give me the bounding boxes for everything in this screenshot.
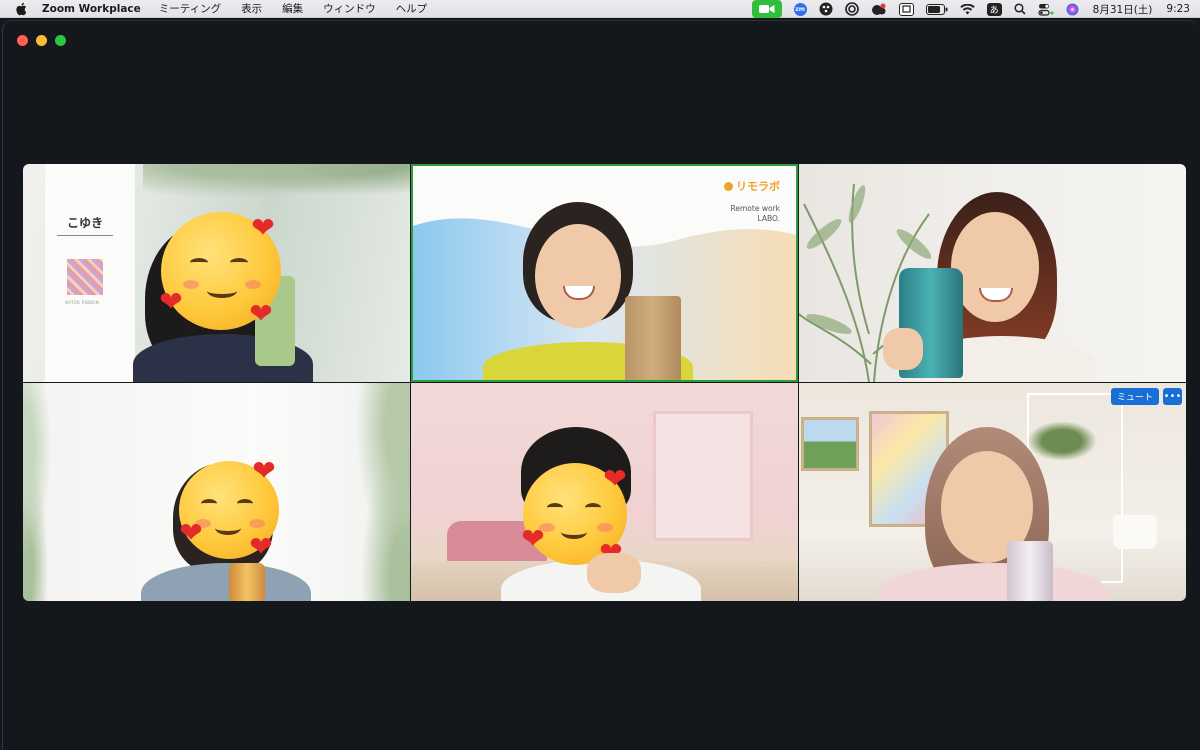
brand-logo-icon xyxy=(724,181,733,191)
heart-icon: ❤ xyxy=(252,454,276,487)
heart-icon: ❤ xyxy=(159,285,183,318)
white-tumbler xyxy=(1007,541,1053,601)
leaf-decoration xyxy=(340,383,410,601)
emoji-mouth xyxy=(207,284,237,298)
brand-name: リモラボ xyxy=(736,180,780,193)
participant-video-tile-3[interactable] xyxy=(799,164,1186,382)
participant-face xyxy=(951,212,1039,322)
zoom-status-icon[interactable]: zm xyxy=(793,2,807,16)
status-area: zm あ 8月31日(土) 9:23 xyxy=(751,0,1190,18)
menu-bar: Zoom Workplace ミーティング 表示 編集 ウィンドウ ヘルプ zm… xyxy=(0,0,1200,18)
heart-icon: ❤ xyxy=(603,462,627,495)
pink-room-door xyxy=(653,411,753,541)
leaf-decoration xyxy=(23,383,63,601)
heart-icon: ❤ xyxy=(249,297,273,330)
emoji-eye xyxy=(585,503,601,512)
participant-video-tile-1[interactable]: こゆき NATOK RIBBON ❤ ❤ ❤ xyxy=(23,164,410,382)
screenshot-app-icon[interactable] xyxy=(898,2,914,16)
drink-bottle xyxy=(229,563,265,601)
hanging-plants xyxy=(143,164,410,204)
menubar-clock[interactable]: 9:23 xyxy=(1166,3,1190,15)
wall-picture-frame xyxy=(801,417,859,471)
emoji-eye xyxy=(230,258,248,267)
heart-icon: ❤ xyxy=(249,530,273,563)
participant-video-tile-5[interactable]: ❤ ❤ ❤ xyxy=(411,383,798,601)
emoji-eye xyxy=(190,258,208,267)
siri-icon[interactable] xyxy=(1066,3,1079,16)
emoji-eye xyxy=(547,503,563,512)
participant-hand xyxy=(587,553,641,593)
video-camera-icon[interactable] xyxy=(751,0,782,18)
spotlight-search-icon[interactable] xyxy=(1014,3,1026,15)
heart-icon: ❤ xyxy=(179,516,203,549)
participant-hand xyxy=(883,328,923,370)
more-options-button[interactable]: ••• xyxy=(1163,388,1182,405)
dots-app-icon[interactable] xyxy=(819,2,833,16)
menu-view[interactable]: 表示 xyxy=(241,1,262,16)
emoji-blush xyxy=(245,280,261,289)
table-lamp xyxy=(1113,515,1157,549)
menu-edit[interactable]: 編集 xyxy=(282,1,303,16)
gallery-view: こゆき NATOK RIBBON ❤ ❤ ❤ リモラボ Remote work … xyxy=(23,164,1186,601)
held-paper-cup xyxy=(625,296,681,380)
participant-video-tile-4[interactable]: ❤ ❤ ❤ xyxy=(23,383,410,601)
brand-subtitle-line1: Remote work xyxy=(730,204,780,213)
participant-face xyxy=(535,224,621,328)
window-controls xyxy=(17,35,66,46)
fullscreen-window-button[interactable] xyxy=(55,35,66,46)
qr-caption: NATOK RIBBON xyxy=(65,300,100,305)
cloud-sync-icon[interactable] xyxy=(871,2,887,16)
menubar-date[interactable]: 8月31日(土) xyxy=(1093,2,1153,17)
heart-icon: ❤ xyxy=(521,522,545,555)
menu-window[interactable]: ウィンドウ xyxy=(323,1,376,16)
emoji-blush xyxy=(249,519,265,528)
signboard-name: こゆき xyxy=(67,216,104,230)
close-window-button[interactable] xyxy=(17,35,28,46)
wifi-icon[interactable] xyxy=(959,3,975,15)
emoji-eye xyxy=(201,499,217,508)
emoji-blush xyxy=(597,523,613,532)
control-center-icon[interactable] xyxy=(1038,3,1054,16)
heart-icon: ❤ xyxy=(251,211,275,244)
qr-code-image xyxy=(67,259,103,295)
signboard-divider xyxy=(57,235,113,236)
emoji-mouth xyxy=(561,525,587,539)
participant-video-tile-2-active-speaker[interactable]: リモラボ Remote work LABO. xyxy=(411,164,798,382)
battery-icon[interactable] xyxy=(925,3,948,15)
participant-body xyxy=(141,563,311,601)
brand-subtitle-line2: LABO. xyxy=(757,214,780,223)
mute-participant-button[interactable]: ミュート xyxy=(1110,388,1159,405)
brand-subtitle: Remote work LABO. xyxy=(731,204,780,224)
input-method-indicator[interactable]: あ xyxy=(986,2,1002,16)
app-menu-zoom[interactable]: Zoom Workplace xyxy=(42,3,141,15)
zoom-meeting-window: こゆき NATOK RIBBON ❤ ❤ ❤ リモラボ Remote work … xyxy=(2,20,1198,750)
minimize-window-button[interactable] xyxy=(36,35,47,46)
emoji-eye xyxy=(237,499,253,508)
target-icon[interactable] xyxy=(844,2,859,16)
brand-logo: リモラボ xyxy=(724,178,780,194)
menu-help[interactable]: ヘルプ xyxy=(396,1,428,16)
shelf-plant xyxy=(1027,421,1097,461)
emoji-mouth xyxy=(215,521,241,535)
menu-meeting[interactable]: ミーティング xyxy=(159,1,221,16)
emoji-blush xyxy=(183,280,199,289)
apple-icon[interactable] xyxy=(14,2,28,16)
participant-video-tile-6[interactable]: ミュート ••• xyxy=(799,383,1186,601)
